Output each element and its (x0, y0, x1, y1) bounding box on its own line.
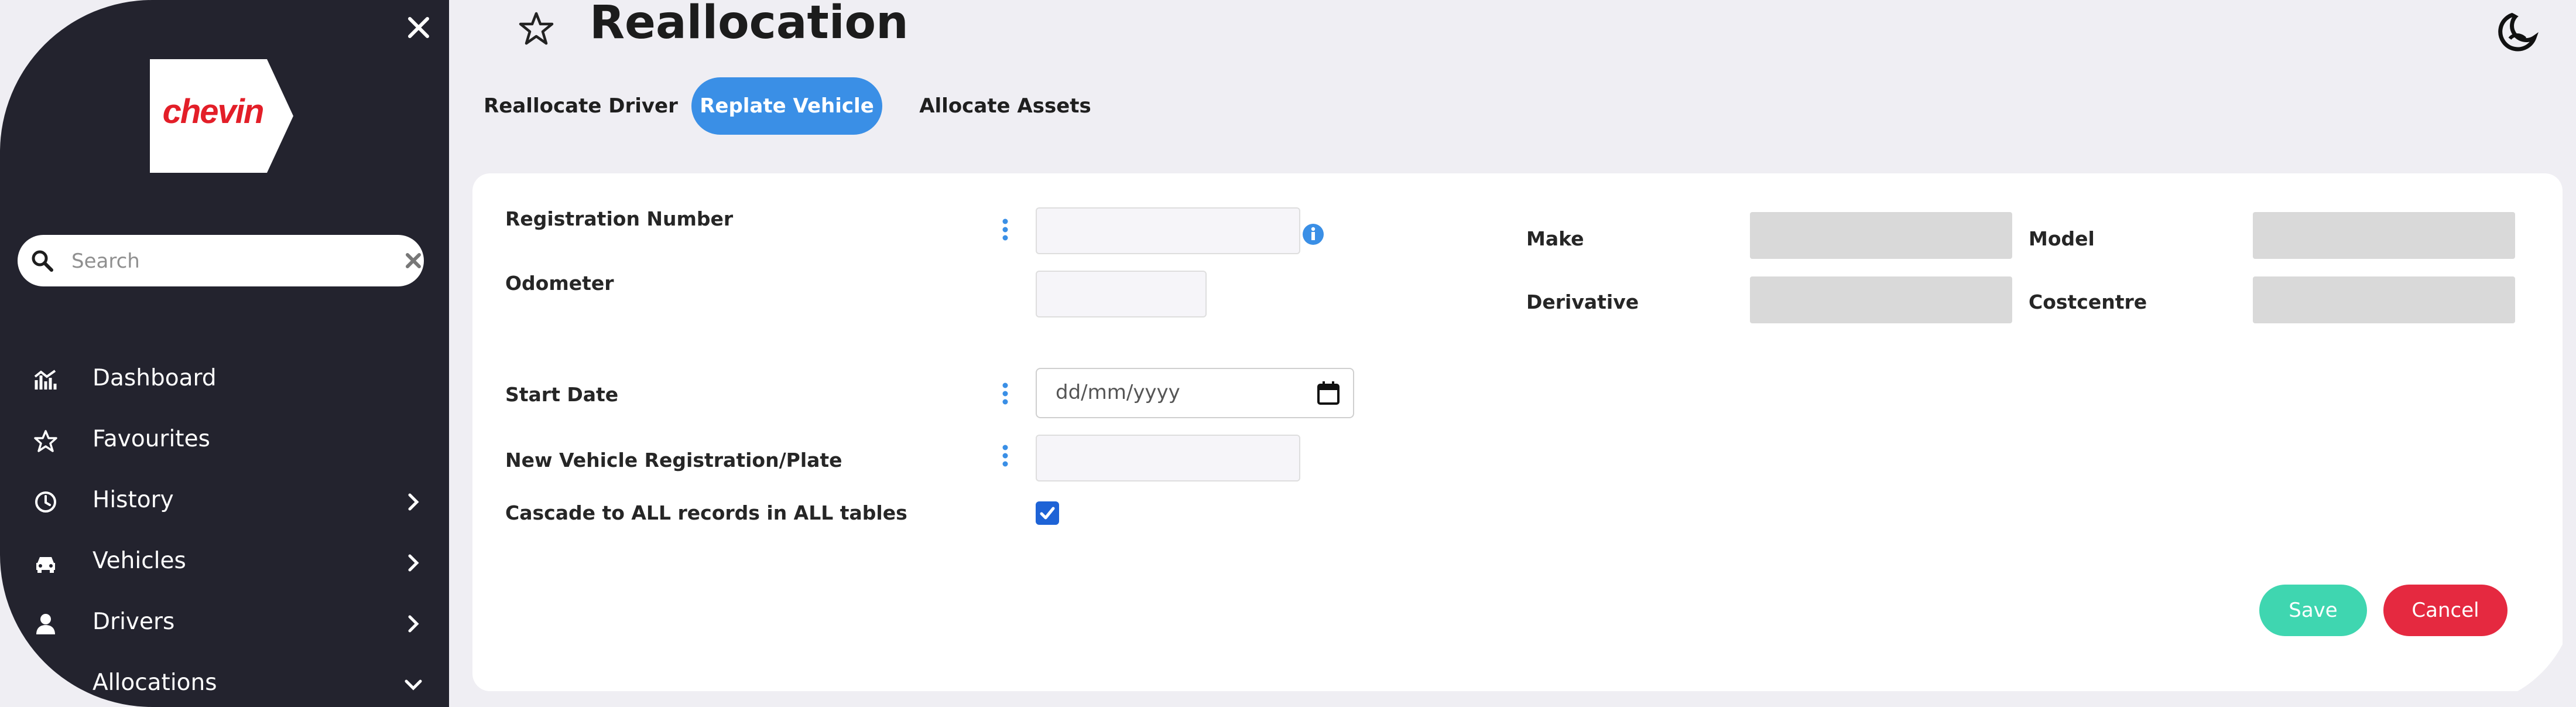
main-content: Reallocation Reallocate Driver Replate V… (449, 0, 2576, 707)
tab-reallocate-driver[interactable]: Reallocate Driver (464, 77, 698, 135)
chevin-logo: chevin (150, 59, 293, 173)
sidebar-item-dashboard[interactable]: Dashboard (0, 353, 449, 406)
odometer-input[interactable] (1036, 271, 1207, 317)
sidebar-item-vehicles[interactable]: Vehicles (0, 536, 449, 589)
cascade-checkbox[interactable] (1036, 501, 1059, 525)
registration-number-input[interactable] (1036, 207, 1300, 254)
registration-number-label: Registration Number (505, 207, 734, 230)
logo-text: chevin (162, 93, 265, 131)
sidebar-item-favourites[interactable]: Favourites (0, 414, 449, 467)
field-options-icon[interactable] (1002, 444, 1009, 467)
sidebar-search (18, 235, 424, 286)
save-button[interactable]: Save (2259, 585, 2367, 636)
dashboard-chart-icon (34, 368, 57, 392)
date-placeholder: dd/mm/yyyy (1056, 381, 1180, 404)
sidebar-item-label: History (93, 487, 174, 513)
favourite-star-icon[interactable] (518, 11, 554, 47)
derivative-field (1750, 276, 2012, 323)
sidebar-item-label: Drivers (93, 609, 175, 635)
sidebar-item-history[interactable]: History (0, 475, 449, 528)
search-input[interactable] (70, 244, 377, 278)
clear-search-icon[interactable] (404, 251, 423, 270)
tab-allocate-assets[interactable]: Allocate Assets (901, 77, 1109, 135)
sidebar: chevin Dashboard Favourites (0, 0, 449, 707)
sidebar-item-label: Allocations (93, 670, 217, 696)
sidebar-item-drivers[interactable]: Drivers (0, 597, 449, 650)
app-window: chevin Dashboard Favourites (0, 0, 2576, 707)
sidebar-item-label: Favourites (93, 426, 210, 452)
chevron-right-icon (403, 613, 424, 634)
clock-icon (34, 490, 57, 514)
odometer-label: Odometer (505, 272, 614, 295)
cascade-label: Cascade to ALL records in ALL tables (505, 501, 907, 524)
chevron-right-icon (403, 552, 424, 573)
costcentre-field (2253, 276, 2515, 323)
make-field (1750, 212, 2012, 259)
sidebar-item-label: Vehicles (93, 548, 186, 574)
chevron-down-icon (403, 674, 424, 695)
user-icon (34, 612, 57, 636)
start-date-label: Start Date (505, 383, 619, 406)
field-options-icon[interactable] (1002, 382, 1009, 405)
calendar-icon[interactable] (1317, 381, 1340, 405)
star-icon (34, 429, 57, 453)
car-icon (34, 551, 57, 575)
derivative-label: Derivative (1526, 291, 1639, 313)
sidebar-item-allocations[interactable]: Allocations (0, 658, 449, 707)
chevron-right-icon (403, 491, 424, 513)
costcentre-label: Costcentre (2029, 291, 2147, 313)
close-icon[interactable] (404, 13, 433, 42)
replate-vehicle-form: Registration Number Odometer Start Date … (472, 173, 2563, 691)
dark-mode-toggle-icon[interactable] (2492, 8, 2539, 55)
start-date-input[interactable]: dd/mm/yyyy (1036, 368, 1354, 418)
tab-replate-vehicle[interactable]: Replate Vehicle (691, 77, 882, 135)
make-label: Make (1526, 227, 1584, 250)
model-label: Model (2029, 227, 2095, 250)
field-options-icon[interactable] (1002, 218, 1009, 241)
sidebar-item-label: Dashboard (93, 365, 217, 391)
new-registration-label: New Vehicle Registration/Plate (505, 449, 842, 472)
info-icon[interactable] (1302, 223, 1324, 245)
page-title: Reallocation (590, 0, 909, 49)
model-field (2253, 212, 2515, 259)
new-registration-input[interactable] (1036, 435, 1300, 481)
cancel-button[interactable]: Cancel (2383, 585, 2508, 636)
search-icon (30, 249, 54, 272)
allocation-icon (34, 673, 57, 696)
